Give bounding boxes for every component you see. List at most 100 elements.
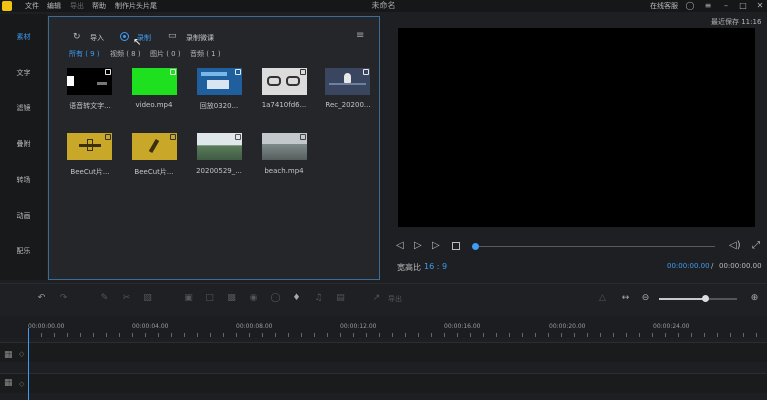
video-badge-icon: [105, 69, 111, 75]
sidebar-item-music[interactable]: 配乐: [0, 246, 47, 256]
media-thumb-8[interactable]: [197, 133, 242, 160]
ruler-label: 00:00:20.00: [549, 323, 586, 330]
playhead[interactable]: [28, 328, 29, 400]
filter-audio[interactable]: 音频 ( 1 ): [190, 49, 221, 59]
video-badge-icon: [300, 134, 306, 140]
audio-badge-icon: [363, 69, 369, 75]
fullscreen-icon[interactable]: ⤢: [752, 240, 760, 251]
record-icon[interactable]: [120, 32, 129, 41]
track-lock-icon[interactable]: ◇: [19, 350, 24, 358]
media-thumb-2[interactable]: [132, 68, 177, 95]
filter-image[interactable]: 图片 ( 0 ): [150, 49, 181, 59]
minimize-icon[interactable]: –: [719, 0, 733, 12]
media-name-1: 语音转文字...: [69, 102, 111, 110]
media-thumb-5[interactable]: [325, 68, 370, 95]
prev-frame-icon[interactable]: ◁: [396, 240, 404, 251]
progress-handle[interactable]: [472, 243, 479, 250]
media-thumb-1[interactable]: [67, 68, 112, 95]
media-name-3: 回放0320...: [199, 102, 239, 110]
record-lecture-button[interactable]: 录制微课: [186, 33, 214, 43]
import-button[interactable]: 导入: [90, 33, 104, 43]
volume-icon[interactable]: ◁): [729, 240, 741, 251]
zoom-slider-track[interactable]: [705, 298, 737, 300]
fit-timeline-icon[interactable]: ↔: [620, 293, 631, 303]
sidebar-item-text[interactable]: 文字: [0, 68, 47, 78]
list-view-icon[interactable]: ≡: [356, 30, 364, 41]
play-icon[interactable]: ▷: [414, 240, 422, 251]
crop-icon[interactable]: ▣: [183, 293, 194, 303]
microphone-icon[interactable]: ♦: [291, 293, 302, 303]
video-badge-icon: [170, 69, 176, 75]
overlay-track[interactable]: [0, 373, 767, 393]
mouse-cursor-icon: ↖: [133, 37, 142, 48]
video-badge-icon: [300, 69, 306, 75]
maximize-icon[interactable]: □: [736, 0, 750, 12]
close-icon[interactable]: ✕: [753, 0, 767, 12]
video-badge-icon: [170, 134, 176, 140]
total-time: 00:00:00.00: [719, 262, 762, 270]
track-video-icon: ▦: [4, 350, 13, 360]
video-badge-icon: [105, 134, 111, 140]
media-name-5: Rec_20200...: [325, 101, 371, 109]
online-support-link[interactable]: 在线客服: [650, 1, 678, 11]
filter-video[interactable]: 视频 ( 8 ): [110, 49, 141, 59]
redo-icon[interactable]: ↷: [58, 293, 69, 303]
sidebar-item-animation[interactable]: 动画: [0, 211, 47, 221]
audio-separate-icon[interactable]: ♫: [313, 293, 324, 303]
media-name-4: 1a7410fd6...: [261, 101, 307, 109]
menu-icon[interactable]: ≡: [701, 0, 715, 12]
mosaic-icon[interactable]: ▤: [335, 293, 346, 303]
shield-icon[interactable]: △: [597, 293, 608, 303]
filter-all[interactable]: 所有 ( 9 ): [69, 49, 100, 59]
ruler-label: 00:00:04.00: [132, 323, 169, 330]
sidebar-item-media[interactable]: 素材: [0, 32, 47, 42]
media-thumb-4[interactable]: [262, 68, 307, 95]
next-frame-icon[interactable]: ▷: [432, 240, 440, 251]
undo-icon[interactable]: ↶: [36, 293, 47, 303]
cut-icon[interactable]: ✂: [121, 293, 132, 303]
track-lock-icon[interactable]: ◇: [19, 380, 24, 388]
sidebar-item-transitions[interactable]: 转场: [0, 175, 47, 185]
split-icon[interactable]: ▩: [226, 293, 237, 303]
video-badge-icon: [235, 134, 241, 140]
autosave-status: 最近保存 11:16: [711, 18, 762, 26]
aspect-ratio-label: 宽高比: [397, 263, 421, 272]
edit-icon[interactable]: ✎: [99, 293, 110, 303]
zoom-slider-fill[interactable]: [659, 298, 705, 300]
ruler-ticks: [28, 333, 767, 337]
video-track[interactable]: [0, 342, 767, 362]
account-icon[interactable]: ◯: [683, 0, 697, 12]
progress-track[interactable]: [475, 246, 715, 247]
snapshot-icon[interactable]: ◉: [248, 293, 259, 303]
current-time: 00:00:00.00: [667, 262, 710, 270]
track-overlay-icon: ▦: [4, 378, 13, 388]
media-panel: ↻ 导入 录制 ↖ ▭ 录制微课 ≡ 所有 ( 9 ) 视频 ( 8 ) 图片 …: [48, 16, 380, 280]
export-button[interactable]: 导出: [388, 294, 402, 304]
delete-icon[interactable]: ▧: [142, 293, 153, 303]
media-thumb-9[interactable]: [262, 133, 307, 160]
sidebar-item-overlay[interactable]: 叠附: [0, 139, 47, 149]
screen-record-icon[interactable]: ▭: [168, 31, 177, 41]
zoom-out-icon[interactable]: ⊖: [640, 293, 651, 303]
speed-icon[interactable]: ◯: [270, 293, 281, 303]
ruler-label: 00:00:08.00: [236, 323, 273, 330]
zoom-in-icon[interactable]: ⊕: [749, 293, 760, 303]
zoom-slider-handle[interactable]: [702, 295, 709, 302]
media-thumb-3[interactable]: [197, 68, 242, 95]
media-name-9: beach.mp4: [264, 167, 304, 175]
export-icon[interactable]: ↗: [371, 293, 382, 303]
media-name-2: video.mp4: [135, 101, 173, 109]
sidebar-item-filters[interactable]: 滤镜: [0, 103, 47, 113]
stop-icon[interactable]: [452, 242, 460, 250]
ruler-label: 00:00:16.00: [444, 323, 481, 330]
aspect-ratio-value[interactable]: 16 : 9: [424, 262, 447, 271]
fit-icon[interactable]: □: [204, 293, 215, 303]
video-badge-icon: [235, 69, 241, 75]
title-bar: 文件 编辑 导出 帮助 制作片头片尾 未命名 在线客服 ◯ ≡ – □ ✕: [0, 0, 767, 12]
import-icon[interactable]: ↻: [73, 32, 81, 42]
ruler-label: 00:00:24.00: [653, 323, 690, 330]
ruler-label: 00:00:00.00: [28, 323, 65, 330]
preview-screen: [398, 28, 755, 227]
media-thumb-6[interactable]: [67, 133, 112, 160]
media-thumb-7[interactable]: [132, 133, 177, 160]
